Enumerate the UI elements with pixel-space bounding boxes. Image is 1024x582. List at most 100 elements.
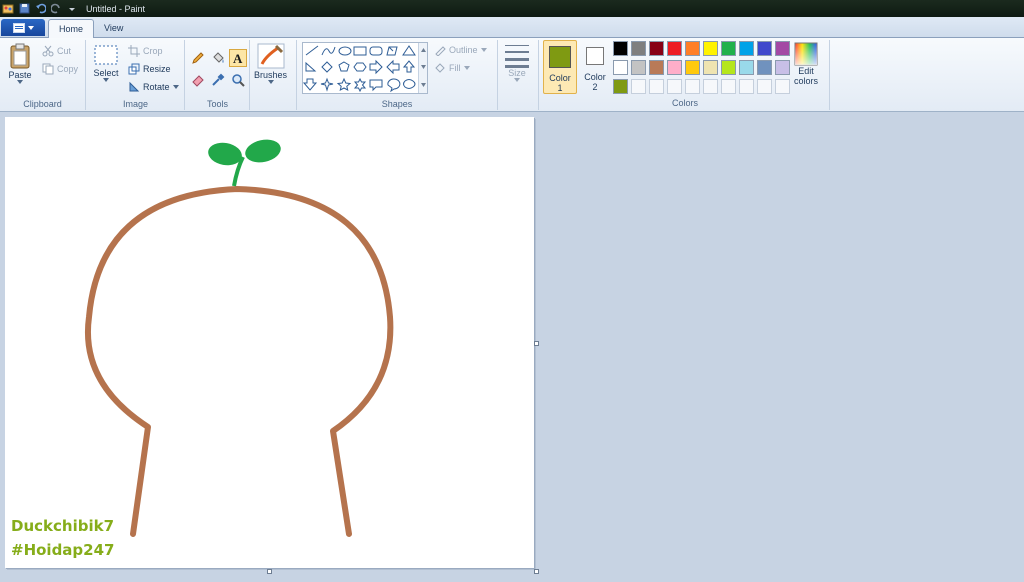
- fill-tool[interactable]: [209, 49, 227, 67]
- left-arrow-shape-icon: [386, 59, 400, 75]
- palette-swatch[interactable]: [775, 60, 790, 75]
- resize-button[interactable]: Resize: [128, 63, 171, 75]
- palette-swatch[interactable]: [613, 41, 628, 56]
- fill-label: Fill: [449, 63, 461, 73]
- watermark-author: Duckchibik7: [11, 517, 115, 535]
- customize-dropdown-icon[interactable]: [66, 3, 78, 15]
- palette-swatch[interactable]: [613, 79, 628, 94]
- palette-swatch[interactable]: [667, 60, 682, 75]
- palette-empty-swatch[interactable]: [667, 79, 682, 94]
- rotate-label: Rotate: [143, 82, 170, 92]
- palette-empty-swatch[interactable]: [685, 79, 700, 94]
- palette-swatch[interactable]: [649, 60, 664, 75]
- select-button[interactable]: Select: [93, 44, 119, 82]
- edit-colors-icon: [794, 42, 818, 66]
- palette-swatch[interactable]: [685, 60, 700, 75]
- rectangular-callout-shape-icon: [369, 79, 383, 92]
- chevron-down-icon: [514, 78, 520, 82]
- paste-icon: [10, 43, 30, 69]
- save-icon[interactable]: [18, 3, 30, 15]
- hexagon-shape-icon: [353, 62, 367, 72]
- outline-button[interactable]: Outline: [434, 44, 487, 56]
- palette-swatch[interactable]: [613, 60, 628, 75]
- palette-empty-swatch[interactable]: [757, 79, 772, 94]
- chevron-down-icon: [267, 80, 274, 84]
- shapes-gallery[interactable]: [302, 42, 428, 94]
- outline-label: Outline: [449, 45, 478, 55]
- paste-button[interactable]: Paste: [8, 42, 32, 84]
- palette-swatch[interactable]: [649, 41, 664, 56]
- crop-button[interactable]: Crop: [128, 45, 163, 57]
- paint-menu-button[interactable]: [1, 19, 45, 36]
- color1-number: 1: [557, 83, 563, 93]
- undo-icon[interactable]: [34, 3, 46, 15]
- up-arrow-shape-icon: [402, 60, 416, 73]
- curve-shape-icon: [321, 46, 336, 56]
- palette-empty-swatch[interactable]: [649, 79, 664, 94]
- palette-swatch[interactable]: [757, 41, 772, 56]
- image-group: Select Crop Resize Rotate Image: [87, 40, 185, 110]
- shapes-gallery-icons: [302, 45, 416, 93]
- palette-swatch[interactable]: [631, 41, 646, 56]
- palette-swatch[interactable]: [757, 60, 772, 75]
- pencil-icon: [192, 52, 204, 64]
- palette-empty-swatch[interactable]: [631, 79, 646, 94]
- palette-swatch[interactable]: [703, 41, 718, 56]
- palette-empty-swatch[interactable]: [739, 79, 754, 94]
- clipboard-group: Paste Cut Copy Clipboard: [0, 40, 86, 110]
- resize-icon: [128, 63, 140, 75]
- palette-swatch[interactable]: [721, 60, 736, 75]
- text-tool[interactable]: A: [229, 49, 247, 67]
- chevron-down-icon: [17, 80, 23, 84]
- brushes-button[interactable]: Brushes: [254, 42, 287, 84]
- canvas-resize-handle-right[interactable]: [534, 341, 539, 346]
- chevron-down-icon: [103, 78, 109, 82]
- color-picker-icon: [212, 73, 225, 86]
- palette-swatch[interactable]: [721, 41, 736, 56]
- tab-view[interactable]: View: [94, 19, 133, 38]
- drawing-canvas[interactable]: Duckchibik7 #Hoidap247: [5, 117, 534, 568]
- palette-swatch[interactable]: [685, 41, 700, 56]
- palette-swatch[interactable]: [739, 41, 754, 56]
- palette-empty-swatch[interactable]: [721, 79, 736, 94]
- cut-button[interactable]: Cut: [42, 45, 71, 57]
- rotate-button[interactable]: Rotate: [128, 81, 179, 93]
- four-point-star-shape-icon: [320, 77, 334, 92]
- colors-separator: [829, 40, 830, 110]
- magnifier-tool[interactable]: [229, 71, 247, 89]
- palette-swatch[interactable]: [739, 60, 754, 75]
- tab-home[interactable]: Home: [48, 19, 95, 39]
- oval-callout-shape-icon: [387, 78, 401, 93]
- color-picker-tool[interactable]: [209, 71, 227, 89]
- tools-group: A Tools: [186, 40, 250, 110]
- title-bar: Untitled - Paint: [0, 0, 1024, 17]
- outline-pen-icon: [435, 46, 446, 56]
- size-button[interactable]: Size: [504, 42, 530, 82]
- chevron-down-icon: [463, 66, 470, 70]
- palette-swatch[interactable]: [703, 60, 718, 75]
- palette-swatch[interactable]: [631, 60, 646, 75]
- fill-button[interactable]: Fill: [434, 62, 470, 74]
- canvas-resize-handle-bottom[interactable]: [267, 569, 272, 574]
- color1-swatch: [549, 46, 571, 68]
- palette-empty-swatch[interactable]: [775, 79, 790, 94]
- copy-button[interactable]: Copy: [42, 63, 78, 75]
- edit-colors-button[interactable]: Edit colors: [794, 42, 818, 86]
- palette-swatch[interactable]: [667, 41, 682, 56]
- color2-button[interactable]: Color 2: [580, 40, 610, 94]
- palette-swatch[interactable]: [775, 41, 790, 56]
- ribbon: Paste Cut Copy Clipboard Select Crop Res…: [0, 38, 1024, 112]
- down-arrow-shape-icon: [302, 78, 318, 91]
- brush-icon: [257, 43, 285, 69]
- shapes-scrollbar[interactable]: [418, 43, 427, 93]
- redo-icon[interactable]: [50, 3, 62, 15]
- canvas-resize-handle-corner[interactable]: [534, 569, 539, 574]
- palette-empty-swatch[interactable]: [703, 79, 718, 94]
- pencil-tool[interactable]: [189, 49, 207, 67]
- paint-app-icon[interactable]: [2, 3, 14, 15]
- rotate-icon: [129, 81, 140, 92]
- colors-group-label: Colors: [671, 98, 698, 108]
- eraser-tool[interactable]: [189, 71, 207, 89]
- polygon-shape-icon: [386, 46, 398, 56]
- color1-button[interactable]: Color 1: [543, 40, 577, 94]
